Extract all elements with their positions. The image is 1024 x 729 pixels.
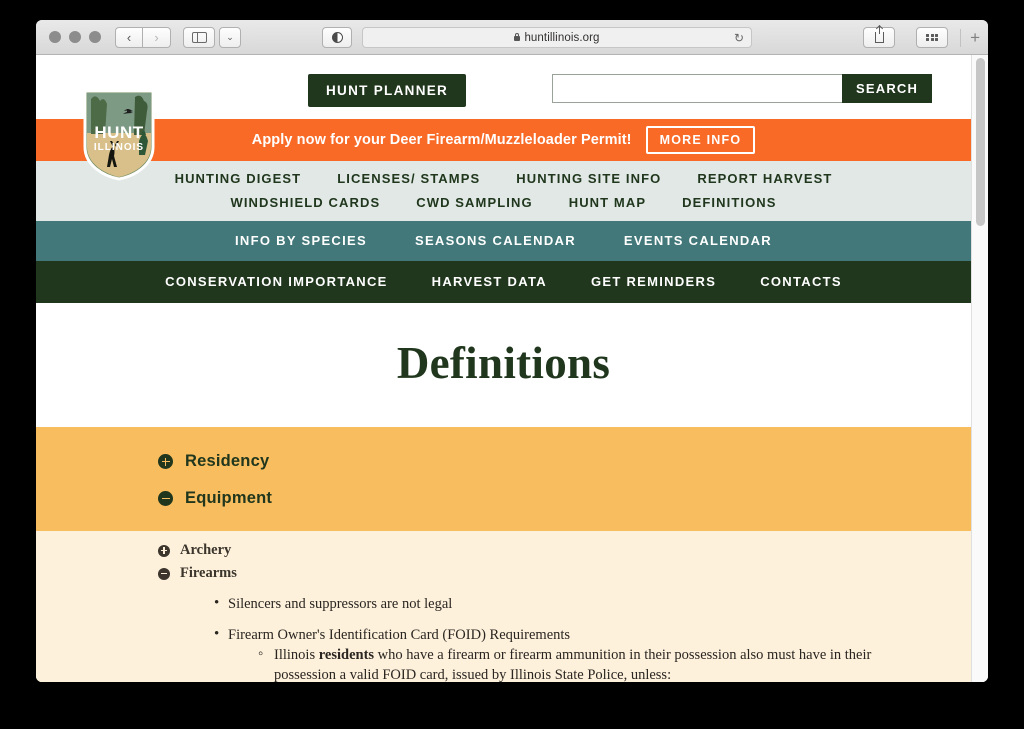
page-title: Definitions: [396, 338, 611, 388]
list-item: Firearm Owner's Identification Card (FOI…: [214, 624, 971, 682]
accordion-top-section: Residency Equipment: [36, 427, 971, 531]
nav-primary: HUNTING DIGEST LICENSES/ STAMPS HUNTING …: [36, 161, 971, 221]
svg-text:HUNT: HUNT: [94, 123, 143, 142]
share-icon: [874, 26, 884, 43]
minimize-window-button[interactable]: [69, 31, 81, 43]
svg-text:ILLINOIS: ILLINOIS: [94, 142, 144, 153]
reader-contrast-button[interactable]: [322, 27, 352, 48]
new-tab-button[interactable]: +: [960, 28, 980, 47]
tab-overview-button[interactable]: [916, 27, 949, 48]
search-button[interactable]: SEARCH: [842, 74, 933, 103]
address-bar[interactable]: huntillinois.org ↻: [362, 27, 752, 48]
promo-text: Apply now for your Deer Firearm/Muzzlelo…: [251, 132, 632, 148]
accordion-equipment-panel: Archery Firearms Silencers and suppresso…: [36, 531, 971, 682]
list-item: Illinois residents who have a firearm or…: [258, 644, 971, 682]
reload-icon[interactable]: ↻: [734, 32, 744, 44]
accordion-item-archery[interactable]: Archery: [36, 539, 971, 562]
foid-text-bold: residents: [318, 647, 375, 663]
nav-item-seasons-calendar[interactable]: SEASONS CALENDAR: [415, 233, 576, 248]
nav-item-info-by-species[interactable]: INFO BY SPECIES: [235, 233, 367, 248]
nav-item-hunting-site-info[interactable]: HUNTING SITE INFO: [516, 171, 661, 186]
nav-tertiary: CONSERVATION IMPORTANCE HARVEST DATA GET…: [36, 261, 971, 303]
site-search: SEARCH: [552, 74, 933, 103]
nav-item-get-reminders[interactable]: GET REMINDERS: [591, 274, 716, 289]
nav-item-cwd-sampling[interactable]: CWD SAMPLING: [416, 195, 532, 210]
url-display: huntillinois.org: [514, 32, 599, 44]
accordion-residency-label: Residency: [185, 452, 270, 470]
nav-tertiary-row: CONSERVATION IMPORTANCE HARVEST DATA GET…: [36, 274, 971, 289]
url-text: huntillinois.org: [524, 31, 600, 44]
list-item: Silencers and suppressors are not legal: [214, 593, 971, 614]
hunt-illinois-logo[interactable]: HUNT ILLINOIS: [83, 89, 155, 181]
forward-button[interactable]: ›: [143, 26, 171, 48]
more-info-button[interactable]: MORE INFO: [645, 126, 756, 154]
page-scrollbar[interactable]: [971, 55, 988, 682]
minus-circle-icon: [158, 567, 170, 580]
share-button[interactable]: [863, 26, 896, 48]
nav-secondary: INFO BY SPECIES SEASONS CALENDAR EVENTS …: [36, 221, 971, 261]
foid-text-prefix: Illinois: [274, 647, 319, 663]
page-title-band: Definitions: [36, 303, 971, 427]
sidebar-dropdown-button[interactable]: ⌄: [219, 26, 241, 48]
sidebar-toggle-button[interactable]: [183, 26, 215, 48]
search-input[interactable]: [552, 74, 842, 103]
plus-circle-icon: [158, 544, 170, 557]
sidebar-icon: [191, 31, 207, 43]
close-window-button[interactable]: [49, 31, 61, 43]
nav-item-licenses-stamps[interactable]: LICENSES/ STAMPS: [337, 171, 480, 186]
accordion-archery-label: Archery: [180, 542, 232, 558]
nav-item-hunt-map[interactable]: HUNT MAP: [569, 195, 646, 210]
plus-circle-icon: [158, 454, 173, 469]
navigation-buttons: ‹ › ⌄: [115, 26, 241, 48]
foid-requirements-sublist: Illinois residents who have a firearm or…: [228, 644, 971, 682]
browser-titlebar: ‹ › ⌄ huntillinois.org ↻ +: [36, 20, 988, 55]
scrollbar-thumb[interactable]: [976, 58, 985, 226]
lock-icon: [514, 32, 521, 41]
address-bar-area: huntillinois.org ↻: [322, 27, 752, 48]
browser-window: ‹ › ⌄ huntillinois.org ↻ + HUNT ILLINOIS…: [36, 20, 988, 682]
toolbar-right: +: [851, 26, 980, 48]
page-viewport: HUNT ILLINOIS HUNT PLANNER SEARCH Apply …: [36, 55, 988, 682]
accordion-firearms-label: Firearms: [180, 565, 237, 581]
maximize-window-button[interactable]: [89, 31, 101, 43]
accordion-item-equipment[interactable]: Equipment: [36, 480, 971, 517]
back-button[interactable]: ‹: [115, 26, 143, 48]
nav-item-windshield-cards[interactable]: WINDSHIELD CARDS: [230, 195, 380, 210]
nav-item-definitions[interactable]: DEFINITIONS: [682, 195, 776, 210]
site-header: HUNT ILLINOIS HUNT PLANNER SEARCH: [36, 55, 971, 181]
nav-item-harvest-data[interactable]: HARVEST DATA: [432, 274, 547, 289]
promo-banner: Apply now for your Deer Firearm/Muzzlelo…: [36, 119, 971, 161]
accordion-equipment-label: Equipment: [185, 489, 273, 507]
nav-item-contacts[interactable]: CONTACTS: [760, 274, 842, 289]
nav-secondary-row: INFO BY SPECIES SEASONS CALENDAR EVENTS …: [36, 233, 971, 248]
page-content: HUNT ILLINOIS HUNT PLANNER SEARCH Apply …: [36, 55, 971, 682]
nav-item-report-harvest[interactable]: REPORT HARVEST: [697, 171, 832, 186]
nav-item-events-calendar[interactable]: EVENTS CALENDAR: [624, 233, 772, 248]
tab-overview-icon: [926, 33, 939, 42]
hunt-planner-button[interactable]: HUNT PLANNER: [308, 74, 467, 107]
contrast-icon: [331, 32, 343, 43]
minus-circle-icon: [158, 491, 173, 506]
nav-item-hunting-digest[interactable]: HUNTING DIGEST: [175, 171, 302, 186]
accordion-item-firearms[interactable]: Firearms: [36, 562, 971, 585]
list-item-text: Firearm Owner's Identification Card (FOI…: [228, 627, 571, 643]
nav-primary-row-1: HUNTING DIGEST LICENSES/ STAMPS HUNTING …: [36, 171, 971, 186]
firearms-content-list: Silencers and suppressors are not legal …: [36, 593, 971, 682]
window-controls: [49, 31, 101, 43]
accordion-item-residency[interactable]: Residency: [36, 443, 971, 480]
nav-item-conservation-importance[interactable]: CONSERVATION IMPORTANCE: [165, 274, 388, 289]
nav-primary-row-2: WINDSHIELD CARDS CWD SAMPLING HUNT MAP D…: [36, 195, 971, 210]
